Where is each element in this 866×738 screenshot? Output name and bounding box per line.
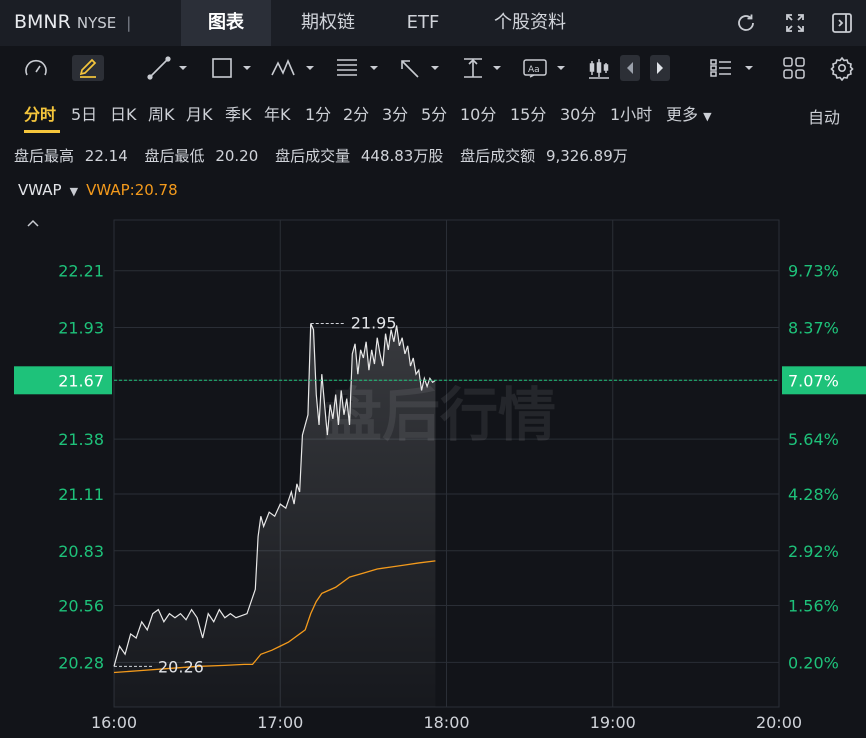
- tab-options-chain-label: 期权链: [301, 12, 355, 33]
- period-year-k[interactable]: 年K: [264, 101, 291, 125]
- period-selector: 分时 5日 日K 周K 月K 季K 年K 1分 2分 3分 5分 10分 15分…: [0, 92, 866, 132]
- fibonacci-icon[interactable]: [334, 55, 382, 81]
- y-tick-label: 21.38: [58, 430, 104, 449]
- indicator-row: VWAP ▼ VWAP:20.78: [18, 181, 178, 199]
- y-tick-label: 20.56: [58, 597, 104, 616]
- vwap-value: VWAP:20.78: [86, 181, 178, 199]
- stat-volume: 盘后成交量 448.83万股: [275, 147, 449, 165]
- measure-icon[interactable]: [460, 55, 506, 81]
- y-percent-tick-label: 2.92%: [788, 542, 839, 561]
- tab-etf[interactable]: ETF: [388, 0, 458, 46]
- chevron-down-icon: ▼: [703, 110, 712, 123]
- ticker-block: BMNR NYSE |: [14, 11, 131, 33]
- tab-stock-profile[interactable]: 个股资料: [470, 0, 590, 46]
- prev-arrow-icon[interactable]: [620, 55, 640, 81]
- grid-layout-icon[interactable]: [782, 55, 806, 81]
- auto-scale-toggle[interactable]: 自动: [808, 104, 840, 128]
- x-tick-label: 16:00: [91, 713, 137, 732]
- stat-volume-label: 盘后成交量: [275, 147, 351, 165]
- settings-icon[interactable]: [830, 55, 854, 81]
- high-annotation: 21.95: [351, 313, 397, 332]
- text-annotation-icon[interactable]: Aa: [522, 55, 570, 81]
- x-tick-label: 18:00: [423, 713, 469, 732]
- x-tick-label: 17:00: [257, 713, 303, 732]
- period-day-k[interactable]: 日K: [110, 101, 137, 125]
- y-tick-label: 20.28: [58, 653, 104, 672]
- active-period-underline: [24, 130, 60, 133]
- layout-list-icon[interactable]: [708, 55, 758, 81]
- top-header: BMNR NYSE | 图表 期权链 ETF 个股资料: [0, 0, 866, 46]
- stat-low: 盘后最低 20.20: [145, 147, 265, 165]
- period-week-k[interactable]: 周K: [148, 101, 175, 125]
- tab-chart-label: 图表: [208, 12, 244, 33]
- period-5d[interactable]: 5日: [71, 101, 97, 125]
- y-tick-label: 21.93: [58, 319, 104, 338]
- drawing-toolbar: Aa: [0, 46, 866, 90]
- stat-volume-value: 448.83万股: [360, 147, 444, 165]
- ticker-separator: |: [126, 14, 132, 32]
- draw-pen-icon[interactable]: [72, 55, 104, 81]
- tab-options-chain[interactable]: 期权链: [276, 0, 380, 46]
- period-month-k[interactable]: 月K: [186, 101, 213, 125]
- tab-stock-profile-label: 个股资料: [494, 12, 566, 33]
- rectangle-icon[interactable]: [210, 55, 254, 81]
- period-5min[interactable]: 5分: [421, 101, 447, 125]
- y-percent-tick-label: 0.20%: [788, 653, 839, 672]
- intraday-chart[interactable]: 22.21 9.73% 21.93 8.37% 21.38 5.64% 21.11 4.28%…: [0, 200, 866, 738]
- chevron-down-icon[interactable]: ▼: [70, 185, 78, 198]
- y-percent-tick-label: 5.64%: [788, 430, 839, 449]
- period-15min[interactable]: 15分: [510, 101, 546, 125]
- current-price-label: 21.67: [58, 371, 104, 390]
- y-percent-tick-label: 8.37%: [788, 319, 839, 338]
- trend-line-icon[interactable]: [146, 55, 190, 81]
- stat-low-label: 盘后最低: [144, 147, 205, 165]
- y-percent-tick-label: 1.56%: [788, 597, 839, 616]
- next-arrow-icon[interactable]: [650, 55, 670, 81]
- tab-chart[interactable]: 图表: [181, 0, 271, 46]
- period-more-label: 更多: [666, 105, 699, 124]
- tab-etf-label: ETF: [406, 12, 440, 33]
- stat-high-value: 22.14: [84, 147, 128, 165]
- period-10min[interactable]: 10分: [460, 101, 496, 125]
- indicator-selector[interactable]: VWAP: [18, 181, 62, 199]
- stat-turnover: 盘后成交额 9,326.89万: [460, 147, 634, 165]
- period-1hour[interactable]: 1小时: [610, 101, 652, 125]
- period-more-dropdown[interactable]: 更多 ▼: [666, 101, 712, 125]
- pattern-icon[interactable]: [270, 55, 318, 81]
- y-tick-label: 21.11: [58, 485, 104, 504]
- period-30min[interactable]: 30分: [560, 101, 596, 125]
- exchange-label: NYSE: [76, 14, 117, 32]
- candlestick-icon[interactable]: [588, 55, 610, 81]
- stat-low-value: 20.20: [215, 147, 259, 165]
- ticker-symbol: BMNR: [14, 11, 71, 33]
- x-tick-label: 19:00: [590, 713, 636, 732]
- collapse-panel-icon[interactable]: [830, 11, 854, 35]
- period-intraday[interactable]: 分时: [24, 101, 56, 125]
- stat-high-label: 盘后最高: [14, 147, 75, 165]
- y-tick-label: 22.21: [58, 262, 104, 281]
- y-tick-label: 20.83: [58, 542, 104, 561]
- period-quarter-k[interactable]: 季K: [225, 101, 252, 125]
- y-percent-tick-label: 4.28%: [788, 485, 839, 504]
- period-2min[interactable]: 2分: [343, 101, 369, 125]
- period-1min[interactable]: 1分: [305, 101, 331, 125]
- low-annotation: 20.26: [158, 657, 204, 676]
- stat-high: 盘后最高 22.14: [14, 147, 134, 165]
- period-3min[interactable]: 3分: [382, 101, 408, 125]
- current-percent-label: 7.07%: [788, 371, 839, 390]
- refresh-icon[interactable]: [734, 11, 758, 35]
- after-hours-stats: 盘后最高 22.14 盘后最低 20.20 盘后成交量 448.83万股 盘后成…: [14, 145, 640, 166]
- stat-turnover-value: 9,326.89万: [545, 147, 628, 165]
- svg-text:Aa: Aa: [528, 65, 540, 75]
- y-percent-tick-label: 9.73%: [788, 262, 839, 281]
- arrow-icon[interactable]: [398, 55, 444, 81]
- fullscreen-icon[interactable]: [783, 11, 807, 35]
- x-tick-label: 20:00: [756, 713, 802, 732]
- gauge-icon[interactable]: [22, 55, 50, 81]
- stat-turnover-label: 盘后成交额: [460, 147, 536, 165]
